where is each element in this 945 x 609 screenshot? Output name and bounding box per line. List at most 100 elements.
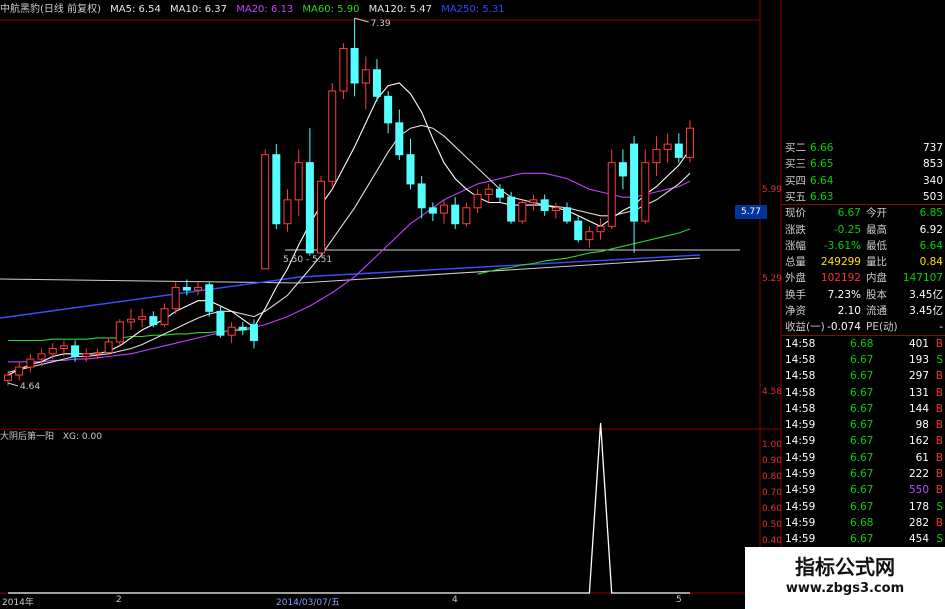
bid-price: 6.65	[810, 158, 834, 171]
bid-volume: 737	[922, 142, 943, 154]
tick-time: 14:59	[785, 484, 816, 497]
candle-body	[138, 316, 147, 320]
trade-tick-row: 14:58 6.67 193 S	[782, 352, 945, 368]
candle-body	[473, 194, 482, 209]
tick-price: 6.68	[850, 337, 874, 350]
tick-volume: 222	[908, 468, 929, 480]
candle-body	[495, 188, 504, 198]
tick-price: 6.67	[850, 484, 874, 497]
bid-price: 6.66	[810, 142, 834, 154]
ma120-line-left	[0, 278, 301, 284]
current-price-marker: 5.77	[735, 205, 767, 219]
candle-body	[37, 353, 46, 360]
candle-body	[663, 143, 672, 150]
trade-tick-row: 14:58 6.67 131 B	[782, 385, 945, 401]
candle-body	[406, 154, 415, 185]
tick-side: S	[936, 533, 943, 546]
ma120-line-right	[299, 257, 701, 284]
tick-time: 14:59	[785, 500, 816, 513]
tick-price: 6.67	[850, 533, 874, 546]
candle-body	[59, 345, 68, 349]
tick-price: 6.68	[850, 516, 874, 529]
tick-side: B	[935, 435, 943, 448]
candle-body	[652, 148, 661, 164]
tick-time: 14:58	[785, 402, 816, 415]
ma250-label: MA250: 5.31	[441, 4, 505, 15]
x-tick-label: 2014年	[2, 598, 34, 608]
trade-tick-row: 14:59 6.67 61 B	[782, 450, 945, 466]
stat-value: 102192	[820, 272, 861, 285]
tick-time: 14:58	[785, 370, 816, 383]
stat-value: -	[939, 321, 943, 334]
tick-volume: 282	[908, 516, 929, 529]
bid-price: 6.64	[810, 174, 834, 187]
site-watermark: 指标公式网 www.zbgs3.com	[745, 547, 945, 609]
tick-side: B	[935, 468, 943, 480]
candle-body	[194, 286, 203, 291]
candle-body	[71, 345, 80, 357]
bid-level-label: 买五	[785, 190, 806, 203]
stat-label: 最高	[866, 223, 887, 236]
stat-label: 收益(一)	[785, 321, 825, 334]
trade-tick-row: 14:59 6.67 178 S	[782, 499, 945, 515]
tick-side: B	[935, 451, 943, 464]
candle-body	[630, 143, 639, 222]
stat-value: 6.64	[919, 239, 943, 252]
bid-row: 买二 6.66 737	[782, 140, 945, 156]
stat-label: 换手	[785, 288, 806, 301]
tick-volume: 98	[915, 419, 929, 432]
indicator-xg-value: XG: 0.00	[62, 432, 102, 442]
stat-row: 涨幅 -3.61% 最低 6.64	[782, 238, 945, 254]
stat-row: 换手 7.23% 股本 3.45亿	[782, 287, 945, 303]
candle-body	[641, 162, 650, 222]
bid-row: 买三 6.65 853	[782, 156, 945, 172]
tick-side: B	[935, 370, 943, 383]
candle-body	[361, 69, 370, 84]
tick-volume: 131	[908, 386, 929, 399]
x-tick-label: 5	[676, 595, 682, 605]
tick-price: 6.67	[850, 353, 874, 366]
ma60-label: MA60: 5.90	[302, 4, 360, 15]
indicator-y-tick-label: 1.00	[761, 440, 782, 450]
candle-body	[428, 207, 437, 214]
tick-volume: 454	[908, 533, 929, 546]
candle-body	[451, 204, 460, 225]
tick-volume: 193	[908, 353, 929, 366]
stat-label: 涨跌	[785, 223, 806, 236]
trade-tick-row: 14:59 6.68 282 B	[782, 515, 945, 531]
candle-body	[686, 127, 694, 158]
indicator-y-tick-label: 0.70	[761, 488, 782, 498]
stat-label: 股本	[866, 288, 887, 301]
indicator-line	[8, 422, 690, 594]
tick-volume: 144	[908, 402, 929, 415]
candle-body	[596, 225, 605, 233]
tick-side: S	[936, 353, 943, 366]
candle-body	[339, 48, 348, 92]
indicator-y-tick-label: 0.60	[761, 504, 782, 514]
tick-price: 6.67	[850, 500, 874, 513]
trade-tick-row: 14:58 6.67 297 B	[782, 368, 945, 384]
stat-label: 量比	[866, 256, 887, 269]
candle-body	[182, 286, 191, 291]
stat-value: -3.61%	[823, 239, 861, 252]
candle-body	[26, 358, 35, 368]
watermark-url: www.zbgs3.com	[785, 581, 905, 596]
ma60-line	[477, 228, 691, 275]
stat-row: 现价 6.67 今开 6.85	[782, 205, 945, 221]
ma20-label: MA20: 6.13	[236, 4, 294, 15]
candle-body	[115, 321, 124, 343]
tick-time: 14:58	[785, 386, 816, 399]
stat-label: 现价	[785, 207, 806, 220]
candle-body	[305, 162, 314, 254]
candle-body	[15, 366, 24, 376]
candle-body	[507, 196, 516, 222]
candle-body	[440, 204, 449, 214]
bid-volume: 340	[922, 174, 943, 187]
x-tick-label: 4	[452, 595, 458, 605]
candle-body	[4, 374, 12, 381]
stat-label: 总量	[785, 256, 806, 269]
tick-volume: 401	[908, 337, 929, 350]
stat-row: 涨跌 -0.25 最高 6.92	[782, 222, 945, 238]
indicator-y-tick-label: 0.40	[761, 536, 782, 546]
x-tick-label-selected-date: 2014/03/07/五	[276, 598, 340, 608]
